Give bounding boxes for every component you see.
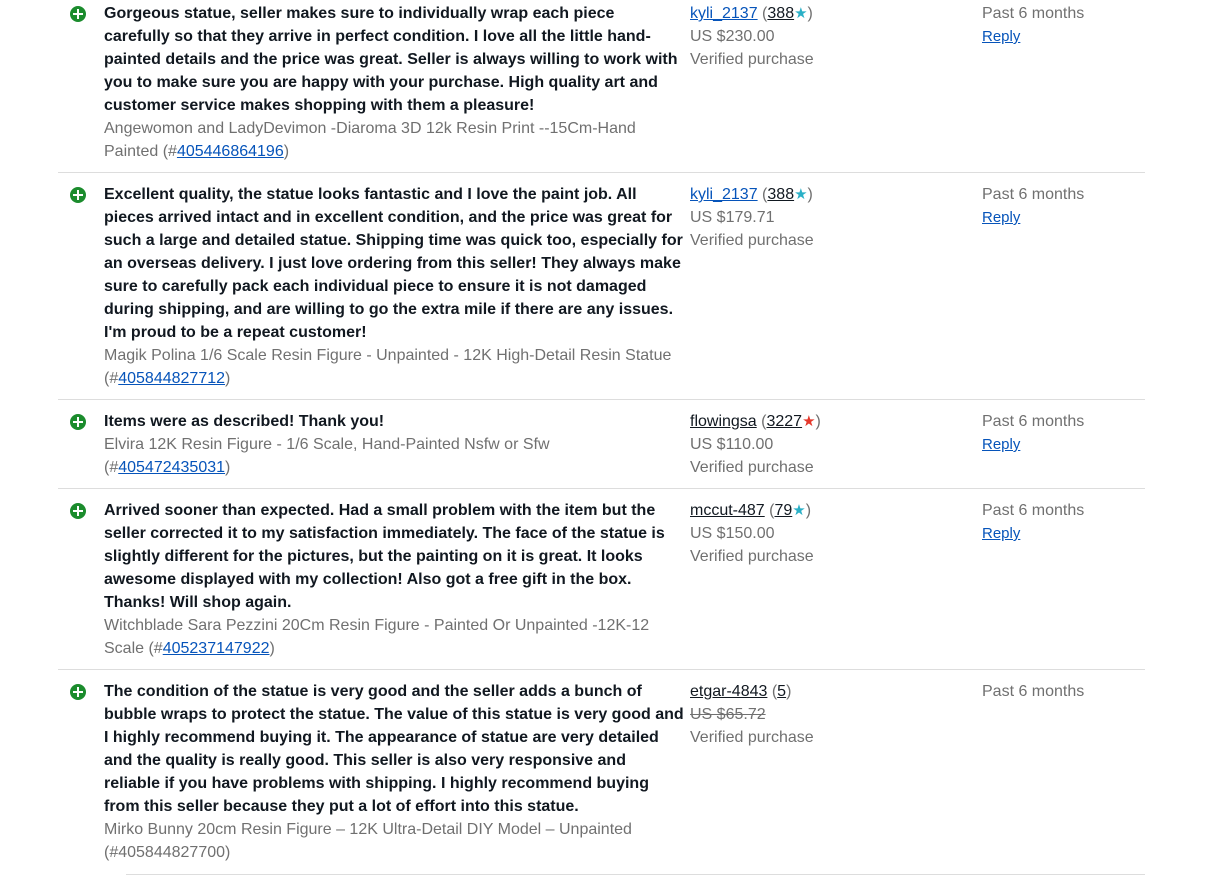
- buyer-name-link[interactable]: kyli_2137: [690, 186, 758, 203]
- feedback-content: Arrived sooner than expected. Had a smal…: [104, 499, 684, 660]
- price: US $150.00: [690, 525, 775, 542]
- feedback-time: Past 6 months: [982, 5, 1085, 22]
- star-icon: ★: [792, 502, 806, 519]
- reply-link[interactable]: Reply: [982, 25, 1142, 48]
- time-info: Past 6 months: [982, 680, 1142, 703]
- time-info: Past 6 months Reply: [982, 2, 1142, 48]
- feedback-score-link[interactable]: 3227: [766, 413, 802, 430]
- feedback-time: Past 6 months: [982, 502, 1085, 519]
- positive-feedback-icon: [70, 684, 86, 700]
- buyer-name-link[interactable]: kyli_2137: [690, 5, 758, 22]
- feedback-list: Gorgeous statue, seller makes sure to in…: [58, 2, 1145, 874]
- buyer-line: etgar-4843 (5): [690, 683, 792, 700]
- positive-feedback-icon: [70, 187, 86, 203]
- price: US $110.00: [690, 436, 774, 453]
- feedback-score-link[interactable]: 79: [774, 502, 792, 519]
- feedback-comment: Arrived sooner than expected. Had a smal…: [104, 502, 665, 611]
- buyer-name-link[interactable]: etgar-4843: [690, 683, 767, 700]
- price-strikethrough: US $65.72: [690, 706, 766, 723]
- feedback-comment: Gorgeous statue, seller makes sure to in…: [104, 5, 678, 114]
- verified-purchase-label: Verified purchase: [690, 548, 814, 565]
- item-title-text: Magik Polina 1/6 Scale Resin Figure - Un…: [104, 347, 672, 364]
- list-bottom-divider: [126, 874, 1145, 875]
- buyer-info: kyli_2137 (388★) US $230.00 Verified pur…: [690, 2, 970, 71]
- star-icon: ★: [802, 413, 816, 430]
- item-title: Witchblade Sara Pezzini 20Cm Resin Figur…: [104, 617, 650, 657]
- item-title: Magik Polina 1/6 Scale Resin Figure - Un…: [104, 347, 672, 387]
- feedback-content: Excellent quality, the statue looks fant…: [104, 183, 684, 390]
- feedback-score-link[interactable]: 5: [777, 683, 786, 700]
- item-id-link[interactable]: 405472435031: [118, 459, 225, 476]
- positive-feedback-icon: [70, 6, 86, 22]
- item-title: Mirko Bunny 20cm Resin Figure – 12K Ultr…: [104, 821, 632, 861]
- time-info: Past 6 months Reply: [982, 499, 1142, 545]
- buyer-line: flowingsa (3227★): [690, 413, 821, 430]
- item-title: Elvira 12K Resin Figure - 1/6 Scale, Han…: [104, 436, 550, 476]
- positive-feedback-icon: [70, 414, 86, 430]
- feedback-comment: The condition of the statue is very good…: [104, 683, 684, 815]
- item-id: 405844827700: [118, 844, 226, 861]
- feedback-content: Items were as described! Thank you! Elvi…: [104, 410, 684, 479]
- feedback-score-link[interactable]: 388: [767, 5, 794, 22]
- item-title-text: Mirko Bunny 20cm Resin Figure – 12K Ultr…: [104, 821, 632, 838]
- feedback-time: Past 6 months: [982, 413, 1085, 430]
- buyer-info: kyli_2137 (388★) US $179.71 Verified pur…: [690, 183, 970, 252]
- star-icon: ★: [794, 5, 808, 22]
- item-title-text: Elvira 12K Resin Figure - 1/6 Scale, Han…: [104, 436, 550, 453]
- feedback-row: Items were as described! Thank you! Elvi…: [58, 400, 1145, 489]
- reply-link[interactable]: Reply: [982, 206, 1142, 229]
- time-info: Past 6 months Reply: [982, 183, 1142, 229]
- verified-purchase-label: Verified purchase: [690, 51, 814, 68]
- verified-purchase-label: Verified purchase: [690, 729, 814, 746]
- feedback-row: Arrived sooner than expected. Had a smal…: [58, 489, 1145, 670]
- feedback-content: Gorgeous statue, seller makes sure to in…: [104, 2, 684, 163]
- verified-purchase-label: Verified purchase: [690, 232, 814, 249]
- time-info: Past 6 months Reply: [982, 410, 1142, 456]
- feedback-comment: Excellent quality, the statue looks fant…: [104, 186, 683, 341]
- item-id-link[interactable]: 405237147922: [163, 640, 270, 657]
- feedback-comment: Items were as described! Thank you!: [104, 413, 385, 430]
- price: US $230.00: [690, 28, 775, 45]
- feedback-time: Past 6 months: [982, 683, 1085, 700]
- feedback-time: Past 6 months: [982, 186, 1085, 203]
- verified-purchase-label: Verified purchase: [690, 459, 814, 476]
- feedback-row: Gorgeous statue, seller makes sure to in…: [58, 2, 1145, 173]
- buyer-info: mccut-487 (79★) US $150.00 Verified purc…: [690, 499, 970, 568]
- price: US $179.71: [690, 209, 775, 226]
- buyer-info: etgar-4843 (5) US $65.72 Verified purcha…: [690, 680, 970, 749]
- feedback-score-link[interactable]: 388: [767, 186, 794, 203]
- item-id-link[interactable]: 405844827712: [118, 370, 225, 387]
- reply-link[interactable]: Reply: [982, 433, 1142, 456]
- star-icon: ★: [794, 186, 808, 203]
- buyer-line: kyli_2137 (388★): [690, 186, 813, 203]
- feedback-row: The condition of the statue is very good…: [58, 670, 1145, 874]
- buyer-line: kyli_2137 (388★): [690, 5, 813, 22]
- buyer-name-link[interactable]: flowingsa: [690, 413, 757, 430]
- feedback-row: Excellent quality, the statue looks fant…: [58, 173, 1145, 400]
- buyer-name-link[interactable]: mccut-487: [690, 502, 765, 519]
- positive-feedback-icon: [70, 503, 86, 519]
- reply-link[interactable]: Reply: [982, 522, 1142, 545]
- buyer-info: flowingsa (3227★) US $110.00 Verified pu…: [690, 410, 970, 479]
- item-title: Angewomon and LadyDevimon -Diaroma 3D 12…: [104, 120, 636, 160]
- buyer-line: mccut-487 (79★): [690, 502, 812, 519]
- item-id-link[interactable]: 405446864196: [177, 143, 284, 160]
- feedback-content: The condition of the statue is very good…: [104, 680, 684, 864]
